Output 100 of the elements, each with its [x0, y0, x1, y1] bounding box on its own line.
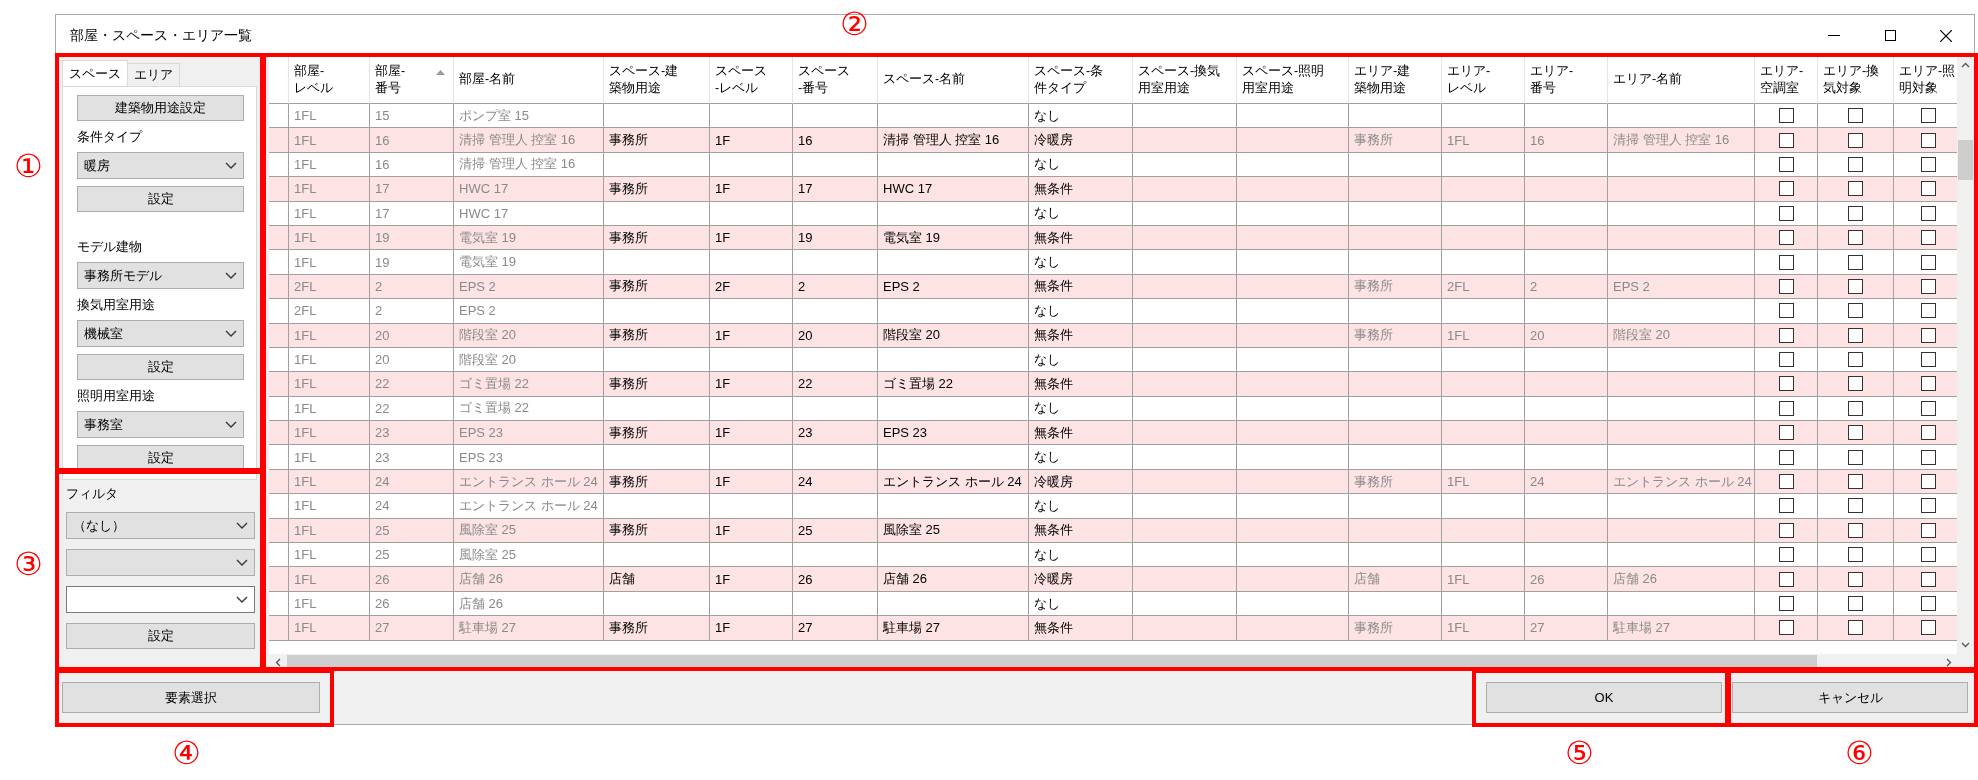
set-button[interactable]: 設定 [66, 623, 255, 649]
vertical-scrollbar[interactable] [1957, 56, 1974, 654]
column-header[interactable]: スペース-照明 用室用途 [1242, 62, 1325, 97]
checkbox[interactable] [1921, 376, 1936, 392]
tab[interactable]: エリア [127, 63, 180, 86]
column-header[interactable]: 部屋-名前 [459, 71, 516, 88]
column-header[interactable]: エリア- 番号 [1530, 62, 1574, 97]
checkbox[interactable] [1778, 474, 1794, 490]
checkbox[interactable] [1778, 425, 1794, 441]
column-header[interactable]: スペース-名前 [883, 71, 966, 88]
checkbox[interactable] [1778, 132, 1794, 148]
table-row[interactable]: 1FL 16 清掃 管理人 控室 16 なし [269, 152, 1957, 178]
checkbox[interactable] [1778, 303, 1794, 319]
checkbox[interactable] [1778, 571, 1794, 587]
checkbox[interactable] [1848, 108, 1863, 124]
checkbox[interactable] [1778, 522, 1794, 538]
checkbox[interactable] [1848, 254, 1863, 270]
checkbox[interactable] [1778, 376, 1794, 392]
table-row[interactable]: 1FL 24 エントランス ホール 24 事務所 1F 24 エントランス ホール 24 冷暖房 事務所 1FL 24 エントランス ホール 24 [269, 469, 1957, 495]
checkbox[interactable] [1778, 498, 1794, 514]
checkbox[interactable] [1848, 547, 1863, 563]
column-header[interactable]: エリア-建 築物用途 [1354, 62, 1411, 97]
checkbox[interactable] [1778, 156, 1794, 172]
table-row[interactable]: 1FL 22 ゴミ置場 22 事務所 1F 22 ゴミ置場 22 無条件 [269, 372, 1957, 397]
table-row[interactable]: 1FL 22 ゴミ置場 22 なし [269, 396, 1957, 422]
column-header[interactable]: 部屋- レベル [294, 62, 333, 97]
table-row[interactable]: 1FL 25 風除室 25 事務所 1F 25 風除室 25 無条件 [269, 518, 1957, 544]
checkbox[interactable] [1848, 596, 1863, 611]
column-header[interactable]: エリア- レベル [1447, 62, 1491, 97]
checkbox[interactable] [1848, 376, 1863, 392]
checkbox[interactable] [1921, 498, 1936, 514]
table-row[interactable]: 1FL 16 清掃 管理人 控室 16 事務所 1F 16 清掃 管理人 控室 16 冷暖房 事務所 1FL 16 清掃 管理人 控室 16 [269, 128, 1957, 153]
checkbox[interactable] [1921, 278, 1936, 294]
checkbox[interactable] [1921, 425, 1936, 441]
checkbox[interactable] [1921, 181, 1936, 197]
table-row[interactable]: 1FL 24 エントランス ホール 24 なし [269, 494, 1957, 519]
dropdown[interactable]: 暖房 [77, 152, 244, 179]
checkbox[interactable] [1848, 132, 1863, 148]
checkbox[interactable] [1921, 547, 1936, 563]
checkbox[interactable] [1778, 327, 1794, 343]
checkbox[interactable] [1848, 303, 1863, 319]
checkbox[interactable] [1921, 230, 1936, 246]
checkbox[interactable] [1921, 620, 1936, 636]
checkbox[interactable] [1921, 205, 1936, 221]
set-button[interactable]: 設定 [77, 445, 244, 471]
checkbox[interactable] [1778, 278, 1794, 294]
table-row[interactable]: 1FL 26 店舗 26 なし [269, 591, 1957, 617]
checkbox[interactable] [1848, 230, 1863, 246]
dropdown[interactable] [66, 586, 255, 613]
table-row[interactable]: 1FL 19 電気室 19 なし [269, 250, 1957, 275]
set-button[interactable]: 設定 [77, 186, 244, 212]
column-header[interactable]: スペース-条 件タイプ [1034, 62, 1104, 97]
checkbox[interactable] [1778, 596, 1794, 611]
checkbox[interactable] [1778, 230, 1794, 246]
checkbox[interactable] [1848, 156, 1863, 172]
table-row[interactable]: 1FL 17 HWC 17 事務所 1F 17 HWC 17 無条件 [269, 177, 1957, 202]
checkbox[interactable] [1848, 449, 1863, 465]
dropdown[interactable]: （なし） [66, 512, 255, 539]
checkbox[interactable] [1921, 132, 1936, 148]
dropdown[interactable]: 事務室 [77, 411, 244, 438]
table-row[interactable]: 1FL 17 HWC 17 なし [269, 201, 1957, 226]
set-button[interactable]: 設定 [77, 354, 244, 380]
column-header[interactable]: エリア-換 気対象 [1823, 62, 1880, 97]
checkbox[interactable] [1848, 425, 1863, 441]
checkbox[interactable] [1921, 400, 1936, 416]
checkbox[interactable] [1848, 327, 1863, 343]
checkbox[interactable] [1848, 400, 1863, 416]
column-header[interactable]: エリア-名前 [1613, 71, 1683, 88]
table-row[interactable]: 1FL 20 階段室 20 なし [269, 347, 1957, 373]
checkbox[interactable] [1921, 522, 1936, 538]
checkbox[interactable] [1848, 205, 1863, 221]
table-row[interactable]: 1FL 15 ポンプ室 15 なし [269, 104, 1957, 129]
checkbox[interactable] [1778, 400, 1794, 416]
checkbox[interactable] [1848, 522, 1863, 538]
checkbox[interactable] [1921, 449, 1936, 465]
table-row[interactable]: 2FL 2 EPS 2 なし [269, 299, 1957, 324]
checkbox[interactable] [1778, 620, 1794, 636]
table-row[interactable]: 1FL 19 電気室 19 事務所 1F 19 電気室 19 無条件 [269, 225, 1957, 251]
checkbox[interactable] [1848, 474, 1863, 490]
table-row[interactable]: 1FL 26 店舗 26 店舗 1F 26 店舗 26 冷暖房 店舗 1FL 26 店舗 26 [269, 567, 1957, 592]
checkbox[interactable] [1848, 181, 1863, 197]
column-header[interactable]: スペース -番号 [798, 62, 850, 97]
checkbox[interactable] [1778, 181, 1794, 197]
column-header[interactable]: エリア- 空調室 [1760, 62, 1804, 97]
checkbox[interactable] [1848, 278, 1863, 294]
dialog-button[interactable]: キャンセル [1732, 682, 1968, 713]
dialog-button[interactable]: OK [1486, 682, 1722, 713]
column-header[interactable]: 部屋- 番号 [375, 62, 406, 97]
dialog-button[interactable]: 要素選択 [62, 682, 320, 713]
column-header[interactable]: スペース-換気 用室用途 [1138, 62, 1221, 97]
checkbox[interactable] [1921, 327, 1936, 343]
checkbox[interactable] [1921, 108, 1936, 124]
table-row[interactable]: 1FL 25 風除室 25 なし [269, 543, 1957, 568]
checkbox[interactable] [1921, 571, 1936, 587]
checkbox[interactable] [1778, 205, 1794, 221]
checkbox[interactable] [1778, 547, 1794, 563]
table-row[interactable]: 1FL 20 階段室 20 事務所 1F 20 階段室 20 無条件 事務所 1FL 20 階段室 20 [269, 323, 1957, 348]
checkbox[interactable] [1921, 303, 1936, 319]
scroll-thumb[interactable] [1958, 140, 1973, 180]
checkbox[interactable] [1921, 254, 1936, 270]
